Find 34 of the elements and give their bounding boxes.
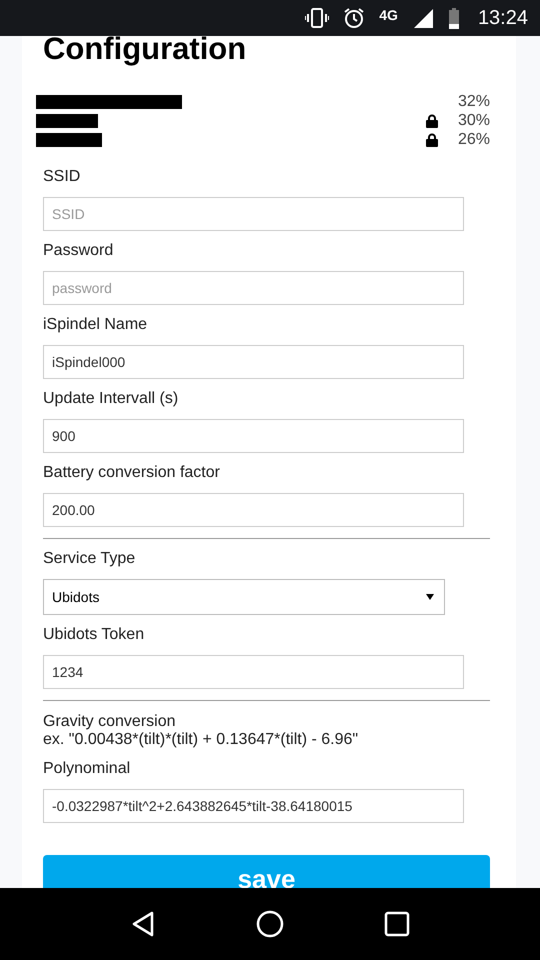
note-text: Gravity conversion bbox=[43, 713, 176, 731]
field-label: iSpindel Name bbox=[43, 315, 148, 335]
dropdown[interactable]: Ubidots bbox=[43, 579, 445, 615]
signal-icon bbox=[412, 7, 434, 29]
note-text: ex. "0.00438*(tilt)*(tilt) + 0.13647*(tilt) - 6.96" bbox=[43, 731, 360, 749]
signal-strength: 32% bbox=[458, 92, 490, 110]
field-label: Ubidots Token bbox=[43, 625, 144, 645]
clock: 13:24 bbox=[478, 6, 528, 30]
redaction-bar bbox=[36, 114, 98, 128]
alarm-icon bbox=[343, 7, 366, 29]
field-label: Polynominal bbox=[43, 759, 130, 779]
page-title: Configuration bbox=[43, 36, 248, 64]
signal-strength: 30% bbox=[458, 112, 490, 130]
input-field[interactable]: iSpindel000 bbox=[43, 345, 464, 379]
field-label: Update Intervall (s) bbox=[43, 389, 178, 409]
network-type: 4G bbox=[379, 7, 398, 23]
input-field[interactable]: 200.00 bbox=[43, 493, 464, 527]
dropdown-arrow-icon bbox=[426, 594, 434, 600]
input-field[interactable]: SSID bbox=[43, 197, 464, 231]
field-label: SSID bbox=[43, 167, 80, 187]
battery-icon bbox=[448, 7, 460, 29]
vibrate-icon bbox=[305, 7, 330, 29]
field-label: Service Type bbox=[43, 549, 136, 569]
field-label: Password bbox=[43, 241, 114, 261]
home-icon[interactable] bbox=[256, 910, 284, 938]
recents-icon[interactable] bbox=[384, 911, 410, 937]
input-field[interactable]: 900 bbox=[43, 419, 464, 453]
redaction-bar bbox=[36, 132, 102, 146]
input-field[interactable]: -0.0322987*tilt^2+2.643882645*tilt-38.64180015 bbox=[43, 789, 464, 823]
field-label: Battery conversion factor bbox=[43, 463, 220, 483]
back-icon[interactable] bbox=[130, 910, 156, 938]
input-field[interactable]: password bbox=[43, 271, 464, 305]
signal-strength: 26% bbox=[458, 130, 490, 148]
input-field[interactable]: 1234 bbox=[43, 655, 464, 689]
